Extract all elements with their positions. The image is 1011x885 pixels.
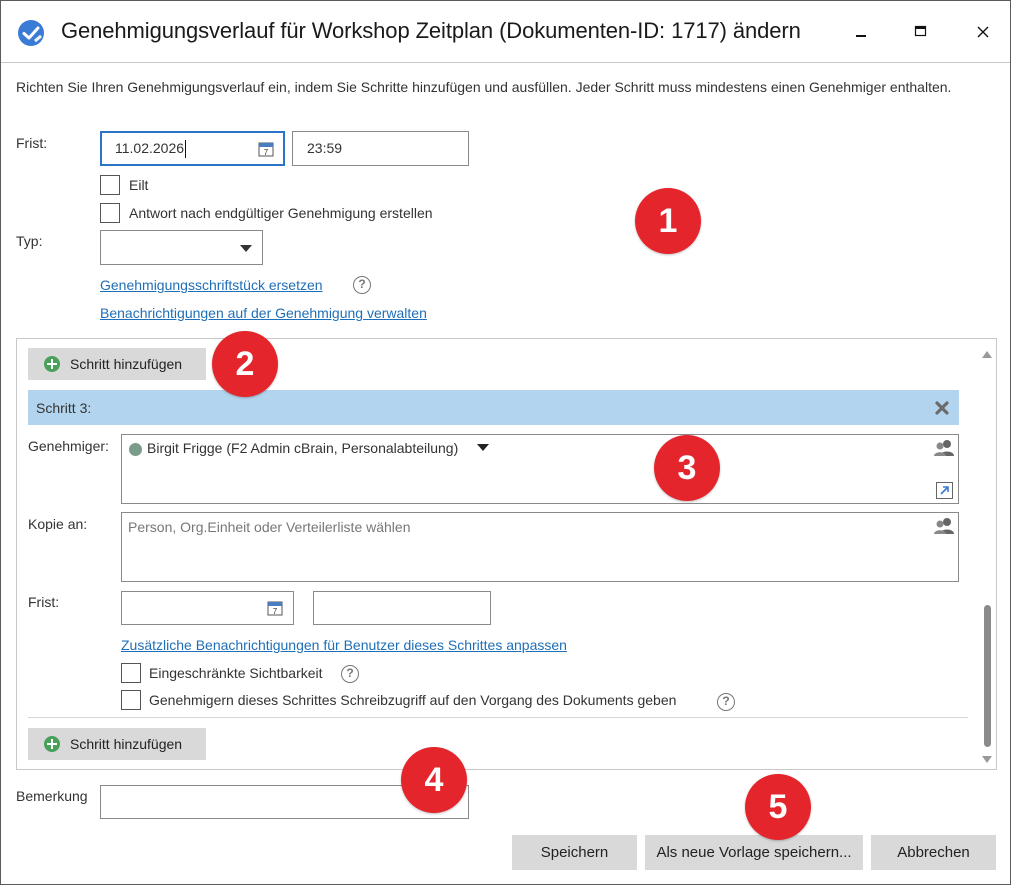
step-title: Schritt 3: bbox=[36, 400, 92, 416]
approver-field[interactable]: Birgit Frigge (F2 Admin cBrain, Personal… bbox=[121, 434, 959, 504]
maximize-button[interactable] bbox=[899, 15, 943, 49]
remove-step-icon[interactable] bbox=[933, 399, 951, 417]
steps-panel: Schritt hinzufügen Schritt 3: Genehmiger… bbox=[16, 338, 997, 770]
write-access-label: Genehmigern dieses Schrittes Schreibzugr… bbox=[149, 692, 677, 708]
reply-after-approval-checkbox[interactable] bbox=[100, 203, 120, 223]
add-step-button-top[interactable]: Schritt hinzufügen bbox=[28, 348, 206, 380]
svg-text:7: 7 bbox=[273, 607, 278, 616]
copy-to-placeholder: Person, Org.Einheit oder Verteilerliste … bbox=[128, 519, 411, 535]
step-deadline-date-input[interactable]: 7 bbox=[121, 591, 294, 625]
text-caret bbox=[185, 140, 187, 159]
maximize-icon bbox=[914, 25, 927, 37]
callout-badge-4: 4 bbox=[401, 747, 467, 813]
deadline-date-value: 11.02.2026 bbox=[115, 140, 185, 156]
copy-to-label: Kopie an: bbox=[28, 516, 88, 532]
approver-label: Genehmiger: bbox=[28, 438, 109, 454]
help-icon[interactable]: ? bbox=[717, 693, 735, 711]
svg-text:7: 7 bbox=[264, 148, 269, 157]
calendar-icon[interactable]: 7 bbox=[267, 600, 283, 616]
scrollbar-thumb[interactable] bbox=[984, 605, 991, 747]
restricted-visibility-label: Eingeschränkte Sichtbarkeit bbox=[149, 665, 323, 681]
add-circle-icon bbox=[44, 736, 60, 752]
save-as-template-button[interactable]: Als neue Vorlage speichern... bbox=[645, 835, 863, 870]
callout-badge-2: 2 bbox=[212, 331, 278, 397]
intro-text: Richten Sie Ihren Genehmigungsverlauf ei… bbox=[16, 79, 952, 95]
close-window-button[interactable] bbox=[961, 15, 1005, 49]
copy-to-field[interactable]: Person, Org.Einheit oder Verteilerliste … bbox=[121, 512, 959, 582]
help-icon[interactable]: ? bbox=[341, 665, 359, 683]
step-deadline-time-input[interactable] bbox=[313, 591, 491, 625]
add-circle-icon bbox=[44, 356, 60, 372]
window-title: Genehmigungsverlauf für Workshop Zeitpla… bbox=[61, 18, 801, 43]
type-label: Typ: bbox=[16, 233, 43, 249]
expand-icon[interactable] bbox=[936, 482, 953, 499]
callout-badge-5: 5 bbox=[745, 774, 811, 840]
remark-label: Bemerkung bbox=[16, 788, 88, 804]
approval-check-icon bbox=[18, 20, 44, 46]
callout-badge-1: 1 bbox=[635, 188, 701, 254]
restricted-visibility-checkbox[interactable] bbox=[121, 663, 141, 683]
approver-dropdown-icon[interactable] bbox=[477, 444, 489, 452]
chevron-down-icon bbox=[240, 245, 252, 252]
cancel-button[interactable]: Abbrechen bbox=[871, 835, 996, 870]
save-button[interactable]: Speichern bbox=[512, 835, 637, 870]
deadline-date-input[interactable]: 11.02.2026 7 bbox=[100, 131, 285, 166]
minimize-button[interactable] bbox=[839, 15, 883, 49]
dialog-window: Genehmigungsverlauf für Workshop Zeitpla… bbox=[0, 0, 1011, 885]
step-header: Schritt 3: bbox=[28, 390, 959, 425]
title-bar: Genehmigungsverlauf für Workshop Zeitpla… bbox=[1, 1, 1010, 63]
scroll-up-icon[interactable] bbox=[982, 351, 992, 358]
callout-badge-3: 3 bbox=[654, 435, 720, 501]
presence-status-icon bbox=[129, 443, 142, 456]
calendar-icon[interactable]: 7 bbox=[258, 141, 274, 157]
add-step-button-bottom[interactable]: Schritt hinzufügen bbox=[28, 728, 206, 760]
address-book-icon[interactable] bbox=[934, 439, 954, 457]
manage-notifications-link[interactable]: Benachrichtigungen auf der Genehmigung v… bbox=[100, 305, 427, 321]
replace-document-link[interactable]: Genehmigungsschriftstück ersetzen bbox=[100, 277, 323, 293]
urgent-checkbox[interactable] bbox=[100, 175, 120, 195]
add-step-label: Schritt hinzufügen bbox=[70, 736, 183, 752]
add-step-label: Schritt hinzufügen bbox=[70, 356, 183, 372]
step-deadline-label: Frist: bbox=[28, 594, 60, 610]
type-select[interactable] bbox=[100, 230, 263, 265]
minimize-icon bbox=[856, 35, 866, 37]
deadline-time-value: 23:59 bbox=[307, 140, 343, 156]
write-access-checkbox[interactable] bbox=[121, 690, 141, 710]
address-book-icon[interactable] bbox=[934, 517, 954, 535]
scroll-down-icon[interactable] bbox=[982, 756, 992, 763]
reply-after-approval-label: Antwort nach endgültiger Genehmigung ers… bbox=[129, 205, 433, 221]
close-icon bbox=[977, 26, 989, 38]
deadline-time-input[interactable]: 23:59 bbox=[292, 131, 469, 166]
urgent-label: Eilt bbox=[129, 177, 149, 193]
deadline-label: Frist: bbox=[16, 135, 48, 151]
scrollbar[interactable] bbox=[980, 345, 994, 767]
approver-value[interactable]: Birgit Frigge (F2 Admin cBrain, Personal… bbox=[147, 440, 458, 456]
help-icon[interactable]: ? bbox=[353, 276, 371, 294]
step-notifications-link[interactable]: Zusätzliche Benachrichtigungen für Benut… bbox=[121, 637, 567, 653]
divider bbox=[28, 717, 968, 718]
